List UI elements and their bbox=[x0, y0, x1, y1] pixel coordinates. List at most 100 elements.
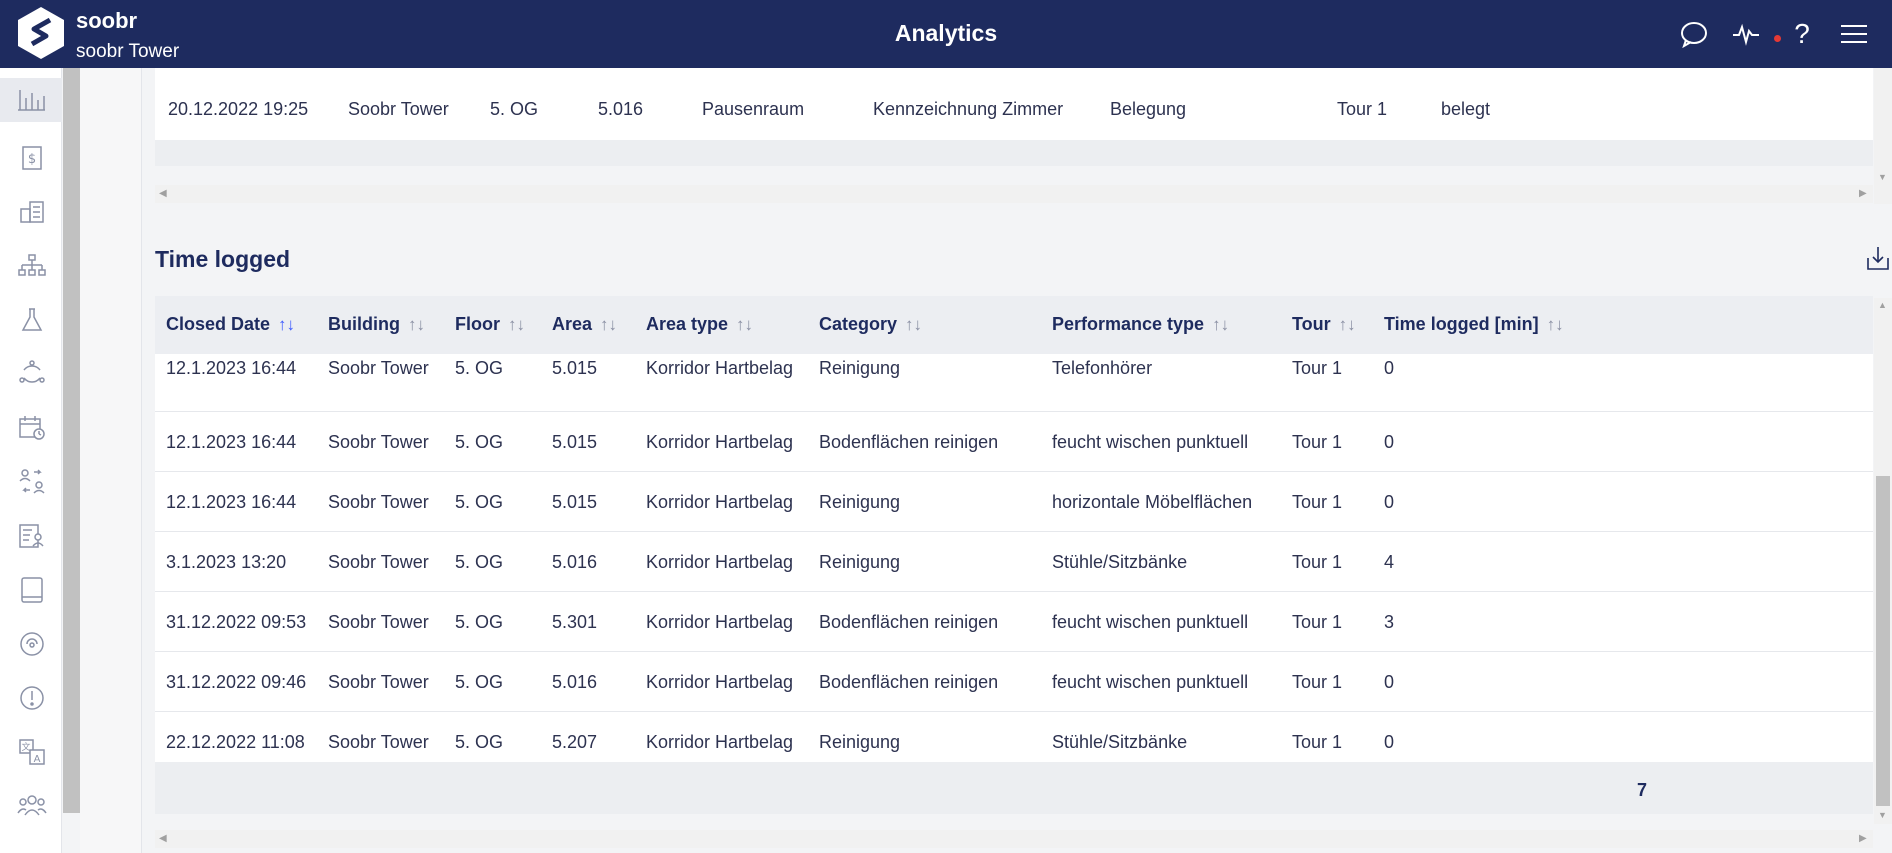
soobr-logo[interactable] bbox=[16, 6, 66, 60]
column-header-tour[interactable]: Tour ↑↓ bbox=[1292, 314, 1356, 335]
table-cell: 5.015 bbox=[552, 358, 598, 378]
scroll-down-icon[interactable]: ▼ bbox=[1878, 810, 1887, 820]
column-header-performance-type[interactable]: Performance type ↑↓ bbox=[1052, 314, 1229, 335]
sidebar-item-tablet[interactable] bbox=[10, 568, 54, 612]
table-cell: 31.12.2022 09:46 bbox=[166, 672, 307, 692]
table-cell: Soobr Tower bbox=[348, 99, 449, 119]
table-cell: 5. OG bbox=[455, 672, 504, 692]
table-row[interactable]: 3.1.2023 13:20 Soobr Tower 5. OG 5.016 Korri… bbox=[155, 532, 1873, 592]
scroll-right-icon[interactable]: ▶ bbox=[1859, 833, 1867, 844]
sidebar-item-analytics[interactable] bbox=[0, 78, 62, 122]
previous-table-footer bbox=[155, 140, 1873, 166]
sidebar-scrollbar[interactable] bbox=[63, 68, 80, 813]
previous-table-hscrollbar[interactable]: ◀ ▶ bbox=[155, 185, 1873, 203]
table-cell: 0 bbox=[1384, 672, 1395, 692]
table-cell: 0 bbox=[1384, 432, 1395, 452]
sidebar-item-translations[interactable]: A文 bbox=[10, 730, 54, 774]
column-header-time-logged[interactable]: Time logged [min] ↑↓ bbox=[1384, 314, 1564, 335]
table-cell: 5.016 bbox=[552, 672, 598, 692]
scroll-left-icon[interactable]: ◀ bbox=[159, 833, 167, 844]
table-hscrollbar[interactable]: ◀ ▶ bbox=[155, 830, 1873, 848]
table-cell: 5. OG bbox=[455, 358, 504, 378]
chat-icon[interactable] bbox=[1676, 16, 1712, 52]
table-cell: belegt bbox=[1441, 99, 1491, 119]
table-cell: Reinigung bbox=[819, 552, 901, 572]
building-name[interactable]: soobr Tower bbox=[76, 41, 179, 63]
table-cell: 12.1.2023 16:44 bbox=[166, 492, 297, 512]
column-label: Tour bbox=[1292, 314, 1331, 334]
sort-icon[interactable]: ↑↓ bbox=[508, 315, 525, 334]
table-cell: Stühle/Sitzbänke bbox=[1052, 732, 1188, 752]
table-cell: Korridor Hartbelag bbox=[646, 492, 794, 512]
sidebar-item-buildings[interactable] bbox=[10, 190, 54, 234]
menu-icon[interactable] bbox=[1836, 16, 1872, 52]
table-cell: Bodenflächen reinigen bbox=[819, 612, 999, 632]
sidebar-item-alerts[interactable] bbox=[10, 676, 54, 720]
column-header-closed-date[interactable]: Closed Date ↑↓ bbox=[166, 314, 295, 335]
table-row[interactable]: 31.12.2022 09:53 Soobr Tower 5. OG 5.301 Kor… bbox=[155, 592, 1873, 652]
sidebar: $ A文 bbox=[0, 68, 62, 853]
sidebar-item-user-swap[interactable] bbox=[10, 460, 54, 504]
column-header-category[interactable]: Category ↑↓ bbox=[819, 314, 922, 335]
sort-icon[interactable]: ↑↓ bbox=[278, 315, 295, 334]
sort-icon[interactable]: ↑↓ bbox=[1339, 315, 1356, 334]
table-row[interactable]: 12.1.2023 16:44 Soobr Tower 5. OG 5.015 Korr… bbox=[155, 412, 1873, 472]
content-gutter bbox=[80, 68, 142, 853]
top-bar: soobr soobr Tower Analytics ? bbox=[0, 0, 1892, 68]
activity-icon[interactable] bbox=[1728, 16, 1764, 52]
table-cell: 4 bbox=[1384, 552, 1395, 572]
download-icon[interactable] bbox=[1865, 244, 1891, 272]
table-cell: Korridor Hartbelag bbox=[646, 732, 794, 752]
scroll-down-icon[interactable]: ▼ bbox=[1878, 172, 1887, 182]
sidebar-item-schedule[interactable] bbox=[10, 406, 54, 450]
column-label: Floor bbox=[455, 314, 500, 334]
table-cell: Stühle/Sitzbänke bbox=[1052, 552, 1188, 572]
table-cell: 3.1.2023 13:20 bbox=[166, 552, 287, 572]
main-content: 20.12.2022 19:25 Soobr Tower 5. OG 5.016… bbox=[143, 68, 1892, 853]
table-cell: Telefonhörer bbox=[1052, 358, 1153, 378]
sort-icon[interactable]: ↑↓ bbox=[1212, 315, 1229, 334]
table-vscroll-thumb[interactable] bbox=[1876, 476, 1890, 806]
table-vscrollbar[interactable]: ▲ ▼ bbox=[1874, 298, 1892, 824]
sidebar-item-lab[interactable] bbox=[10, 298, 54, 342]
sidebar-item-hierarchy[interactable] bbox=[10, 244, 54, 288]
scroll-left-icon[interactable]: ◀ bbox=[159, 188, 167, 199]
cycle-icon bbox=[19, 360, 45, 383]
table-cell: Kennzeichnung Zimmer bbox=[873, 99, 1064, 119]
scroll-right-icon[interactable]: ▶ bbox=[1859, 188, 1867, 199]
column-header-area-type[interactable]: Area type ↑↓ bbox=[646, 314, 753, 335]
column-header-area[interactable]: Area ↑↓ bbox=[552, 314, 617, 335]
table-cell: Soobr Tower bbox=[328, 612, 429, 632]
sidebar-item-sensor[interactable] bbox=[10, 622, 54, 666]
table-cell: 3 bbox=[1384, 612, 1395, 632]
sort-icon[interactable]: ↑↓ bbox=[1547, 315, 1564, 334]
sort-icon[interactable]: ↑↓ bbox=[905, 315, 922, 334]
table-cell: 5.016 bbox=[552, 552, 598, 572]
table-cell: Reinigung bbox=[819, 732, 901, 752]
sort-icon[interactable]: ↑↓ bbox=[736, 315, 753, 334]
table-row[interactable]: 31.12.2022 09:46 Soobr Tower 5. OG 5.016 Kor… bbox=[155, 652, 1873, 712]
table-cell: 0 bbox=[1384, 732, 1395, 752]
scroll-up-icon[interactable]: ▲ bbox=[1878, 300, 1887, 310]
lab-flask-icon bbox=[21, 308, 43, 331]
column-header-floor[interactable]: Floor ↑↓ bbox=[455, 314, 525, 335]
table-row[interactable]: 12.1.2023 16:44 Soobr Tower 5. OG 5.015 Korr… bbox=[155, 352, 1873, 412]
notification-dot bbox=[1774, 35, 1781, 42]
table-cell: feucht wischen punktuell bbox=[1052, 432, 1249, 452]
table-cell: Soobr Tower bbox=[328, 432, 429, 452]
sidebar-item-team[interactable] bbox=[10, 784, 54, 828]
table-cell: Bodenflächen reinigen bbox=[819, 672, 999, 692]
table-cell: Reinigung bbox=[819, 492, 901, 512]
hierarchy-icon bbox=[18, 254, 46, 276]
sort-icon[interactable]: ↑↓ bbox=[408, 315, 425, 334]
sort-icon[interactable]: ↑↓ bbox=[600, 315, 617, 334]
table-cell: Pausenraum bbox=[702, 99, 805, 119]
previous-table-vscrollbar[interactable]: ▼ bbox=[1874, 68, 1892, 204]
total-time-logged: 7 bbox=[1637, 780, 1648, 800]
table-row[interactable]: 12.1.2023 16:44 Soobr Tower 5. OG 5.015 Korr… bbox=[155, 472, 1873, 532]
sidebar-item-billing[interactable]: $ bbox=[10, 136, 54, 180]
sidebar-item-user-document[interactable] bbox=[10, 514, 54, 558]
sidebar-item-cycle[interactable] bbox=[10, 352, 54, 396]
column-header-building[interactable]: Building ↑↓ bbox=[328, 314, 425, 335]
help-icon[interactable]: ? bbox=[1784, 16, 1820, 52]
